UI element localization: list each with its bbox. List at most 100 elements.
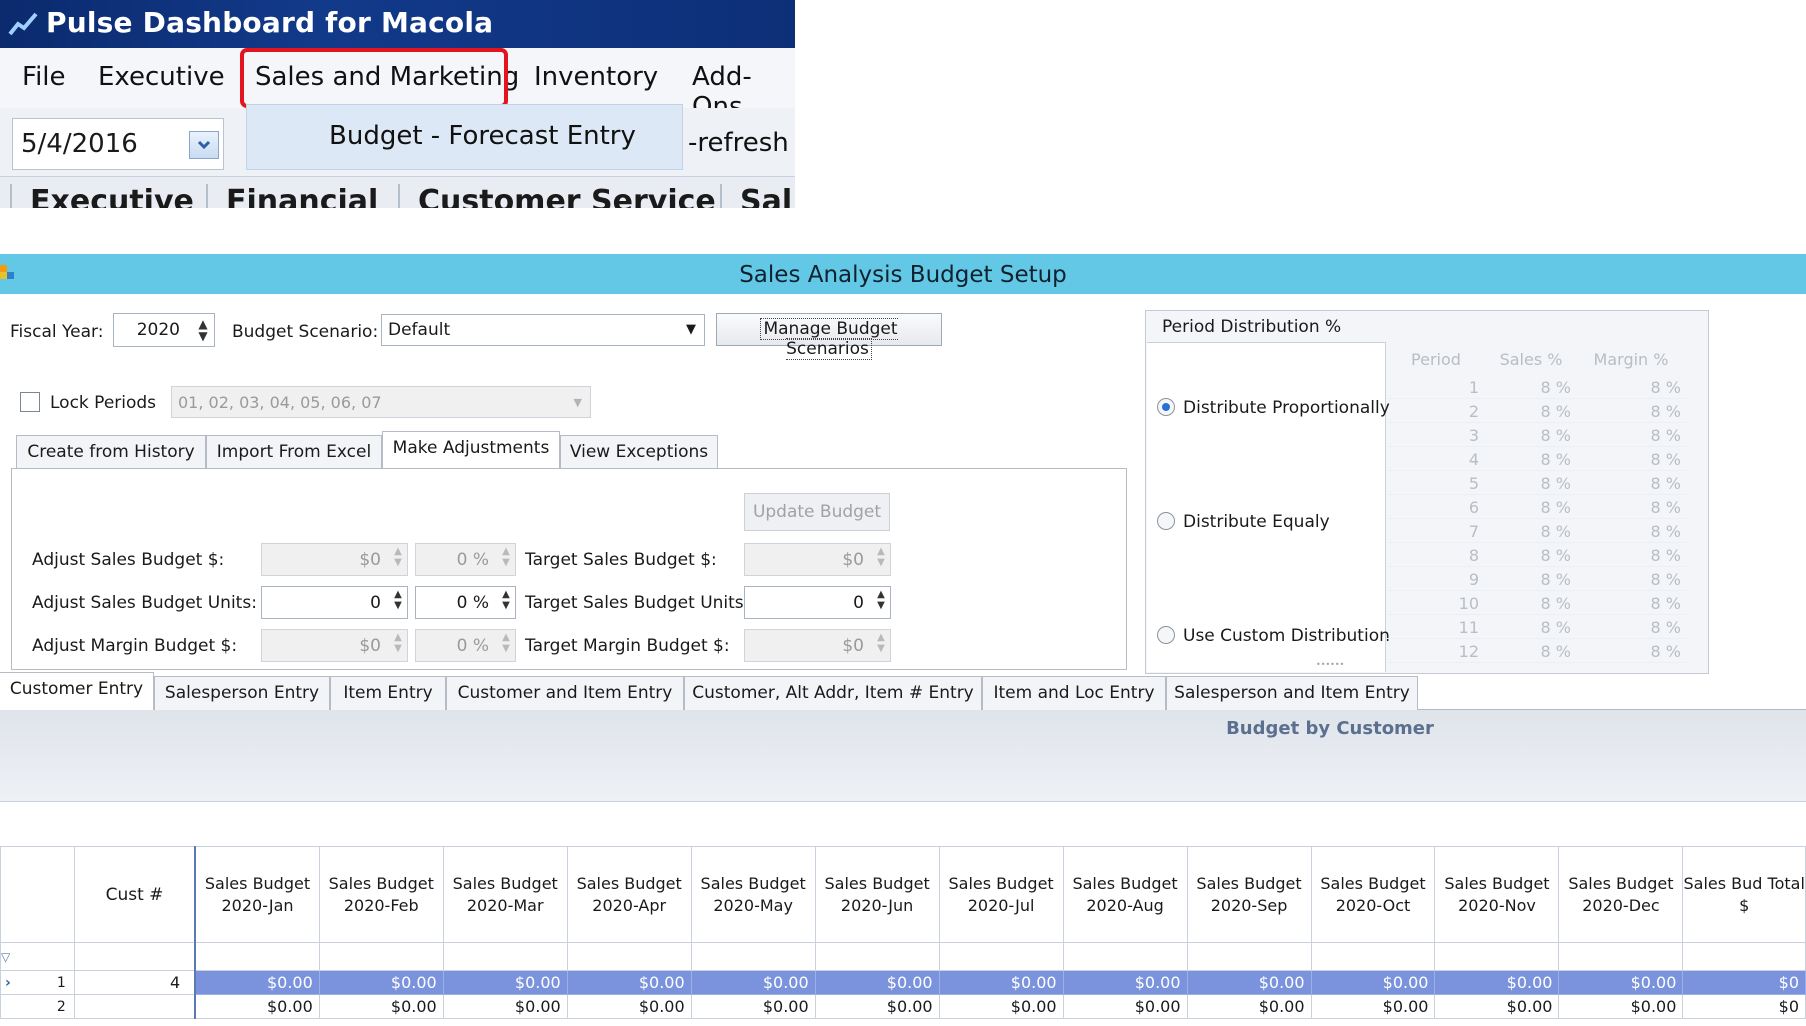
menu-inventory[interactable]: Inventory — [534, 62, 658, 92]
tab-customer-item-entry[interactable]: Customer and Item Entry — [446, 676, 684, 710]
budget-cell[interactable]: $0 — [1682, 994, 1806, 1019]
tab-executive[interactable]: Executive — [10, 184, 194, 208]
spin-arrows-icon[interactable]: ▲ ▼ — [874, 546, 888, 568]
adjust-units-pct-input[interactable]: 0 % ▲ ▼ — [415, 586, 516, 619]
filter-cell[interactable] — [1062, 942, 1188, 971]
budget-cell[interactable]: $0.00 — [1310, 970, 1436, 995]
filter-cell[interactable] — [690, 942, 816, 971]
budget-cell[interactable]: $0.00 — [194, 970, 320, 995]
dropdown-arrow-icon[interactable]: ▼ — [574, 396, 582, 409]
lock-periods-checkbox[interactable] — [20, 392, 40, 412]
budget-cell[interactable]: $0.00 — [318, 970, 444, 995]
budget-cell[interactable]: $0.00 — [442, 970, 568, 995]
spin-arrows-icon[interactable]: ▲ ▼ — [391, 632, 405, 654]
budget-cell[interactable]: $0.00 — [1062, 970, 1188, 995]
budget-cell[interactable]: $0.00 — [938, 970, 1064, 995]
budget-cell[interactable]: $0.00 — [1558, 994, 1684, 1019]
cust-cell[interactable]: 4 — [73, 970, 197, 995]
column-header[interactable]: Sales Budget 2020-Jul — [938, 846, 1064, 943]
tab-customer-entry[interactable]: Customer Entry — [0, 672, 154, 710]
filter-cell[interactable] — [73, 942, 197, 971]
radio-proportionally[interactable] — [1157, 398, 1175, 416]
budget-cell[interactable]: $0.00 — [1434, 970, 1560, 995]
table-row[interactable]: 2 $0.00 $0.00 $0.00 $0.00 $0.00 $0.00 $0.00 $0.0… — [0, 994, 1806, 1019]
budget-cell[interactable]: $0.00 — [318, 994, 444, 1019]
tab-create-from-history[interactable]: Create from History — [16, 435, 206, 469]
tab-view-exceptions[interactable]: View Exceptions — [560, 435, 718, 469]
tab-item-entry[interactable]: Item Entry — [330, 676, 446, 710]
filter-cell[interactable] — [1558, 942, 1684, 971]
budget-cell[interactable]: $0.00 — [1062, 994, 1188, 1019]
tab-item-loc-entry[interactable]: Item and Loc Entry — [982, 676, 1166, 710]
target-margin-input[interactable]: $0 ▲ ▼ — [744, 629, 891, 662]
menu-executive[interactable]: Executive — [98, 62, 225, 92]
tab-make-adjustments[interactable]: Make Adjustments — [382, 431, 560, 469]
tab-import-from-excel[interactable]: Import From Excel — [206, 435, 382, 469]
adjust-margin-pct-input[interactable]: 0 % ▲ ▼ — [415, 629, 516, 662]
budget-cell[interactable]: $0.00 — [194, 994, 320, 1019]
budget-cell[interactable]: $0.00 — [690, 970, 816, 995]
filter-cell[interactable] — [1310, 942, 1436, 971]
table-row[interactable]: › 1 4 $0.00 $0.00 $0.00 $0.00 $0.00 $0.00 $0.00 $0… — [0, 970, 1806, 995]
menu-item-budget-forecast[interactable]: Budget - Forecast Entry — [329, 121, 636, 151]
tab-salesperson-item-entry[interactable]: Salesperson and Item Entry — [1166, 676, 1418, 710]
spin-arrows-icon[interactable]: ▲ ▼ — [499, 546, 513, 568]
filter-cell[interactable] — [194, 942, 320, 971]
manage-scenarios-button[interactable]: Manage Budget Scenarios — [716, 313, 942, 360]
filter-cell[interactable] — [318, 942, 444, 971]
budget-cell[interactable]: $0.00 — [938, 994, 1064, 1019]
column-header[interactable]: Sales Budget 2020-Mar — [442, 846, 568, 943]
spin-arrows-icon[interactable]: ▲ ▼ — [194, 318, 212, 342]
dropdown-arrow-icon[interactable]: ▼ — [686, 322, 696, 337]
tab-customer-alt-addr-entry[interactable]: Customer, Alt Addr, Item # Entry — [684, 676, 982, 710]
column-header[interactable]: Sales Budget 2020-Nov — [1434, 846, 1560, 943]
filter-cell[interactable] — [1186, 942, 1312, 971]
budget-cell[interactable]: $0.00 — [1310, 994, 1436, 1019]
budget-cell[interactable]: $0.00 — [814, 970, 940, 995]
spin-arrows-icon[interactable]: ▲ ▼ — [391, 589, 405, 611]
spin-arrows-icon[interactable]: ▲ ▼ — [499, 589, 513, 611]
column-header[interactable]: Sales Budget 2020-Jan — [194, 846, 320, 943]
filter-cell[interactable] — [566, 942, 692, 971]
column-header[interactable]: Sales Budget 2020-Feb — [318, 846, 444, 943]
budget-cell[interactable]: $0.00 — [1558, 970, 1684, 995]
tab-sales[interactable]: Sal — [720, 184, 792, 208]
radio-custom[interactable] — [1157, 626, 1175, 644]
adjust-sales-pct-input[interactable]: 0 % ▲ ▼ — [415, 543, 516, 576]
filter-cell[interactable] — [442, 942, 568, 971]
column-header[interactable]: Sales Budget 2020-May — [690, 846, 816, 943]
column-header[interactable]: Sales Budget 2020-Dec — [1558, 846, 1684, 943]
column-header[interactable]: Sales Budget 2020-Aug — [1062, 846, 1188, 943]
adjust-units-input[interactable]: 0 ▲ ▼ — [261, 586, 408, 619]
adjust-margin-input[interactable]: $0 ▲ ▼ — [261, 629, 408, 662]
spin-arrows-icon[interactable]: ▲ ▼ — [499, 632, 513, 654]
refresh-text[interactable]: -refresh — [688, 128, 789, 158]
scenario-select[interactable]: Default ▼ — [381, 314, 705, 346]
lock-periods-select[interactable]: 01, 02, 03, 04, 05, 06, 07 ▼ — [171, 386, 591, 418]
chevron-down-icon[interactable] — [189, 131, 219, 159]
budget-cell[interactable]: $0.00 — [566, 970, 692, 995]
target-units-input[interactable]: 0 ▲ ▼ — [744, 586, 891, 619]
budget-cell[interactable]: $0.00 — [814, 994, 940, 1019]
budget-cell[interactable]: $0.00 — [1186, 970, 1312, 995]
filter-cell[interactable] — [1434, 942, 1560, 971]
filter-cell[interactable] — [814, 942, 940, 971]
budget-cell[interactable]: $0.00 — [566, 994, 692, 1019]
column-header[interactable]: Sales Budget 2020-Apr — [566, 846, 692, 943]
budget-cell[interactable]: $0 — [1682, 970, 1806, 995]
budget-cell[interactable]: $0.00 — [442, 994, 568, 1019]
radio-equally[interactable] — [1157, 512, 1175, 530]
column-header[interactable]: Sales Budget 2020-Sep — [1186, 846, 1312, 943]
filter-cell[interactable] — [1682, 942, 1806, 971]
column-header[interactable]: Sales Budget 2020-Jun — [814, 846, 940, 943]
spin-arrows-icon[interactable]: ▲ ▼ — [874, 632, 888, 654]
fiscal-year-spinner[interactable]: 2020 ▲ ▼ — [113, 313, 215, 347]
splitter-grip-icon[interactable]: •••••• — [1316, 660, 1344, 669]
date-picker[interactable]: 5/4/2016 — [12, 118, 224, 170]
filter-icon[interactable]: ▽ — [0, 942, 75, 971]
tab-customer-service[interactable]: Customer Service — [398, 184, 716, 208]
budget-cell[interactable]: $0.00 — [690, 994, 816, 1019]
spin-arrows-icon[interactable]: ▲ ▼ — [874, 589, 888, 611]
menu-file[interactable]: File — [22, 62, 66, 92]
column-header-cust[interactable]: Cust # — [73, 846, 197, 943]
